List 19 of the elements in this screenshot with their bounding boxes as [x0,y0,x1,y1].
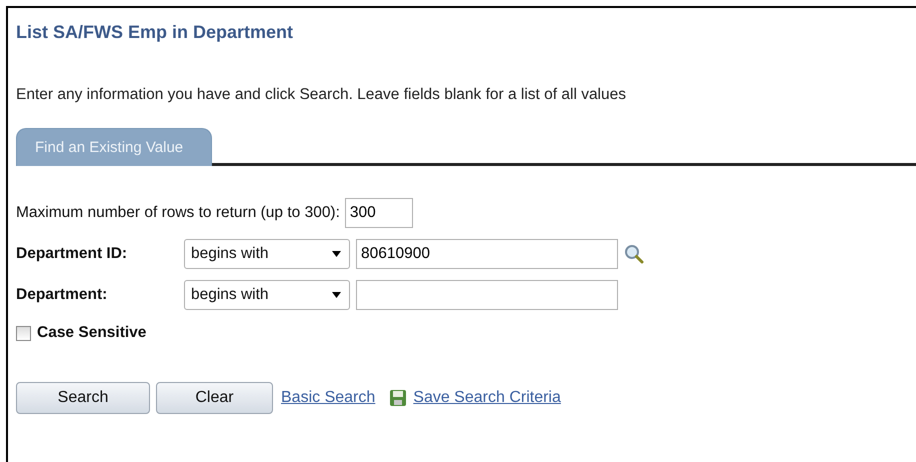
checkbox[interactable] [16,326,31,340]
checkbox-label: Case Sensitive [37,324,146,342]
caret-icon [332,251,341,257]
page-title: List SA/FWS Emp in Department [16,21,294,43]
search-icon[interactable] [624,244,644,264]
action-button[interactable]: Search [16,382,150,414]
field-label: Department: [16,286,108,304]
input-field[interactable]: 80610900 [356,239,618,269]
instructions-text: Enter any information you have and click Search. Leave fields blank for a list of all values [16,86,627,104]
action-button[interactable]: Clear [156,382,273,414]
link[interactable]: Save Search Criteria [413,389,561,407]
field-label: Department ID: [16,245,128,263]
operator-dropdown[interactable]: begins with [184,280,350,310]
field-label: Maximum number of rows to return (up to 300): [16,204,340,222]
input-field[interactable] [356,280,618,310]
link[interactable]: Basic Search [281,389,376,407]
operator-dropdown[interactable]: begins with [184,239,350,269]
input-field[interactable]: 300 [344,198,413,228]
caret-icon [332,292,341,298]
